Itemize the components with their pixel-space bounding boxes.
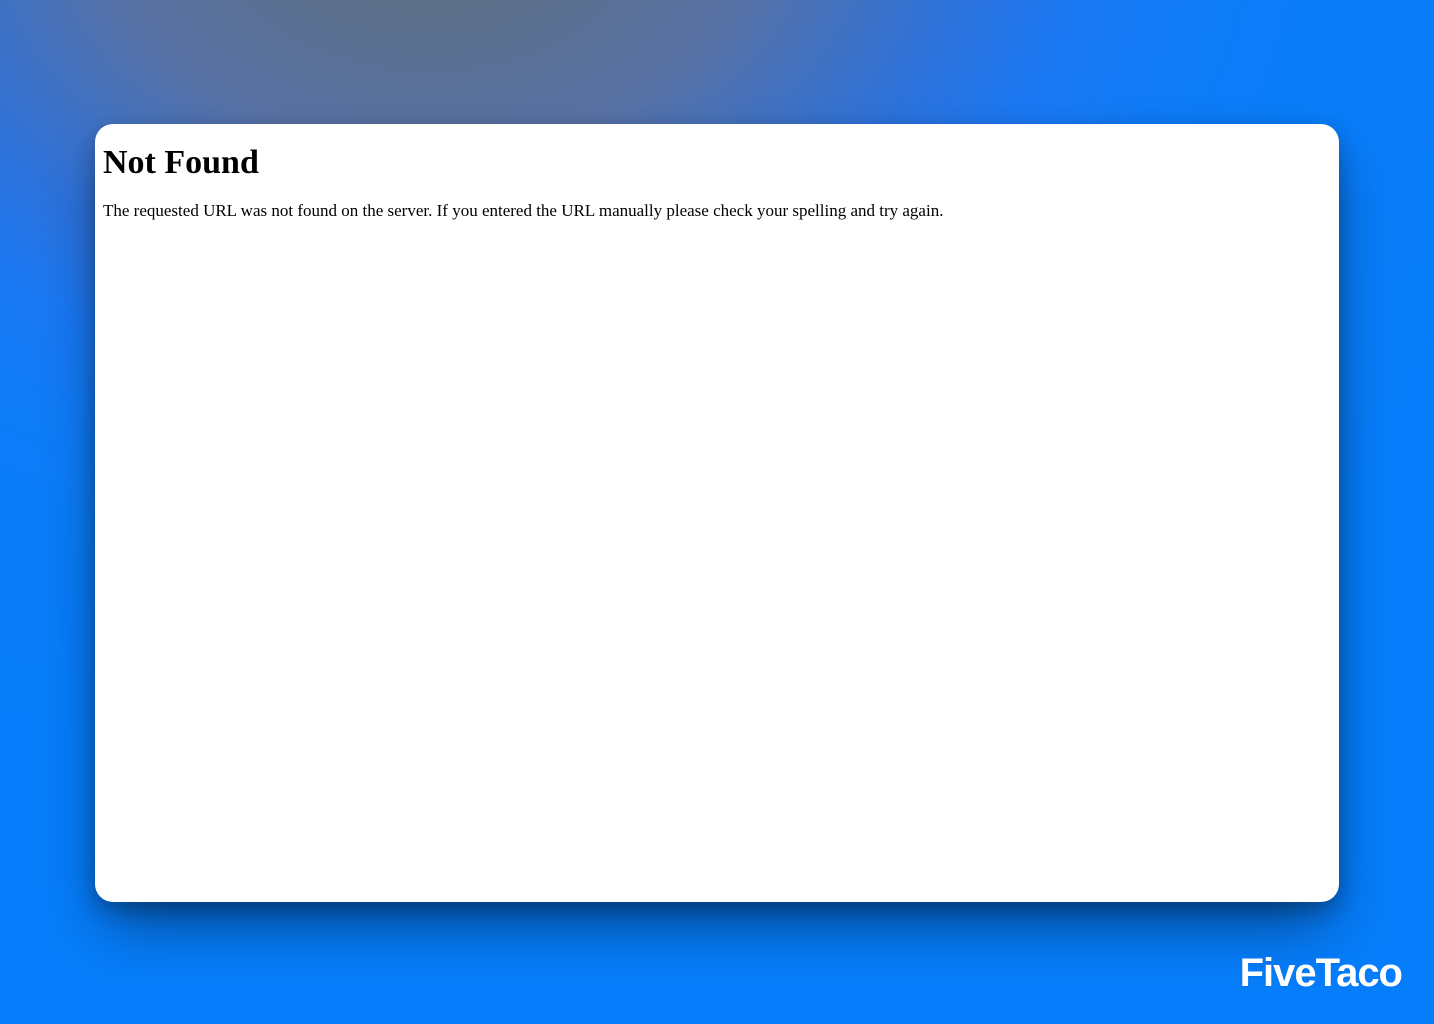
error-card: Not Found The requested URL was not foun…: [95, 124, 1339, 902]
error-heading: Not Found: [103, 144, 1331, 182]
brand-logo: FiveTaco: [1240, 951, 1402, 996]
error-message: The requested URL was not found on the s…: [103, 200, 1331, 223]
